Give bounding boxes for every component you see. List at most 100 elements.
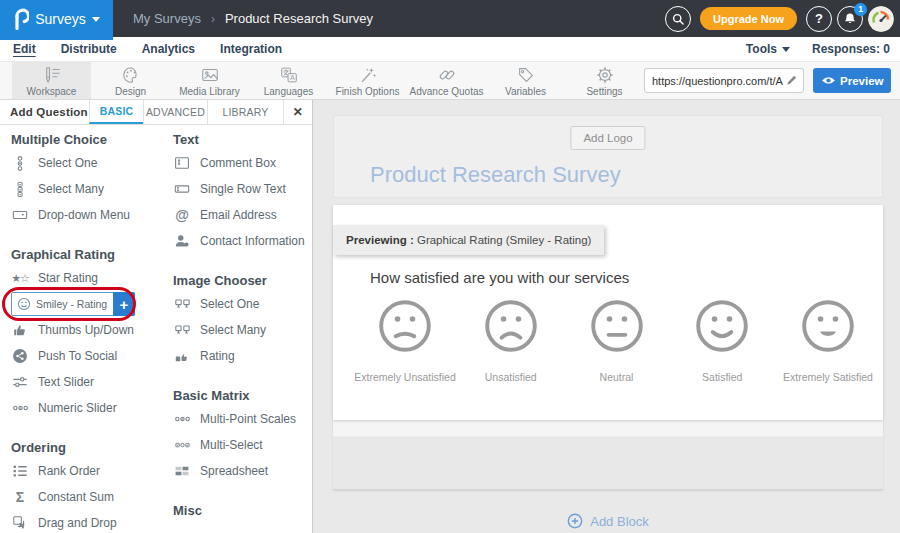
- question-type-single-row-text[interactable]: Single Row Text: [173, 176, 312, 202]
- question-type-contact-information[interactable]: Contact Information: [173, 228, 312, 254]
- smiley-row: Extremely UnsatisfiedUnsatisfiedNeutralS…: [333, 298, 883, 383]
- settings-icon: [595, 65, 615, 85]
- sidebar-column-1: Multiple ChoiceSelect OneSelect ManyDrop…: [11, 129, 159, 533]
- tab-analytics[interactable]: Analytics: [142, 42, 195, 56]
- star-rating-icon: ★☆: [11, 273, 29, 284]
- add-logo-button[interactable]: Add Logo: [570, 126, 645, 150]
- finish-options-icon: [358, 65, 378, 85]
- question-type-star-rating[interactable]: ★☆Star Rating: [11, 265, 159, 291]
- spreadsheet-icon: [173, 463, 191, 479]
- section-title: Graphical Rating: [11, 247, 159, 262]
- upgrade-now-button[interactable]: Upgrade Now: [700, 7, 797, 30]
- survey-url-field: [644, 68, 804, 93]
- question-type-smiley-rating[interactable]: Smiley - Rating+: [11, 292, 135, 316]
- smiley-option-extremely-unsatisfied[interactable]: Extremely Unsatisfied: [353, 298, 457, 383]
- question-type-comment-box[interactable]: Comment Box: [173, 150, 312, 176]
- sidebar-tab-library[interactable]: LIBRARY: [207, 100, 283, 124]
- brand-label: Surveys: [35, 11, 86, 27]
- close-panel-button[interactable]: ✕: [283, 100, 312, 124]
- toolbar-item-variables[interactable]: Variables: [486, 62, 565, 99]
- question-type-text-slider[interactable]: Text Slider: [11, 369, 159, 395]
- question-type-select-many[interactable]: Select Many: [11, 176, 159, 202]
- tools-menu[interactable]: Tools: [746, 42, 790, 56]
- toolbar-item-advance-quotas[interactable]: Advance Quotas: [407, 62, 486, 99]
- question-type-spreadsheet[interactable]: Spreadsheet: [173, 458, 312, 484]
- survey-url-input[interactable]: [652, 75, 785, 87]
- tab-distribute[interactable]: Distribute: [61, 42, 117, 56]
- tab-edit[interactable]: Edit: [13, 42, 36, 56]
- toolbar-item-design[interactable]: Design: [91, 62, 170, 99]
- section-title: Image Chooser: [173, 273, 312, 288]
- help-button[interactable]: ?: [806, 6, 832, 32]
- sidebar-tab-advanced[interactable]: ADVANCED: [143, 100, 207, 124]
- numeric-slider-icon: [11, 400, 29, 416]
- main-content: Add QuestionBASICADVANCEDLIBRARY✕ Multip…: [0, 100, 900, 533]
- smiley-option-unsatisfied[interactable]: Unsatisfied: [459, 298, 563, 383]
- languages-icon: A: [279, 65, 299, 85]
- breadcrumb-my-surveys[interactable]: My Surveys: [133, 11, 201, 26]
- toolbar-item-finish-options[interactable]: Finish Options: [328, 62, 407, 99]
- topbar-actions: Upgrade Now ? 1: [665, 0, 900, 37]
- edit-url-pencil-icon[interactable]: [785, 74, 798, 87]
- question-type-numeric-slider[interactable]: Numeric Slider: [11, 395, 159, 421]
- add-question-panel: Add QuestionBASICADVANCEDLIBRARY✕ Multip…: [0, 100, 313, 533]
- question-type-select-one[interactable]: Select One: [173, 291, 312, 317]
- svg-text:A: A: [290, 73, 295, 82]
- question-text: How satisfied are you with our services: [370, 269, 883, 286]
- survey-canvas: Add Logo Product Research Survey Preview…: [313, 100, 900, 533]
- question-type-select-one[interactable]: Select One: [11, 150, 159, 176]
- sidebar-section-misc: Misc: [173, 503, 312, 518]
- question-type-drag-and-drop[interactable]: Drag and Drop: [11, 510, 159, 533]
- multi-select-icon: [173, 437, 191, 453]
- survey-header-block: Add Logo Product Research Survey: [333, 115, 883, 198]
- question-type-email-address[interactable]: @Email Address: [173, 202, 312, 228]
- question-type-thumbs-up-down[interactable]: Thumbs Up/Down: [11, 317, 159, 343]
- smiley-icon: [17, 297, 31, 311]
- text-slider-icon: [11, 374, 29, 390]
- dropdown-icon: [11, 207, 29, 223]
- survey-title[interactable]: Product Research Survey: [370, 162, 621, 188]
- share-icon: [11, 348, 29, 364]
- question-type-push-to-social[interactable]: Push To Social: [11, 343, 159, 369]
- toolbar-item-workspace[interactable]: Workspace: [12, 62, 91, 99]
- sidebar-section-text: Text Comment BoxSingle Row Text@Email Add…: [173, 132, 312, 254]
- smiley-option-neutral[interactable]: Neutral: [565, 298, 669, 383]
- question-type-rating[interactable]: Rating: [173, 343, 312, 369]
- radio-stack-icon: [11, 155, 29, 172]
- smiley-face-smile-big-icon: [800, 298, 856, 354]
- notifications-button[interactable]: 1: [837, 6, 863, 32]
- smiley-option-satisfied[interactable]: Satisfied: [670, 298, 774, 383]
- section-title: Text: [173, 132, 312, 147]
- sidebar-section-image-chooser: Image Chooser Select OneSelect ManyRating: [173, 273, 312, 369]
- brand-menu[interactable]: Surveys: [0, 0, 113, 37]
- image-select-icon: [173, 296, 191, 312]
- sidebar-tabs: Add QuestionBASICADVANCEDLIBRARY✕: [0, 100, 312, 125]
- search-button[interactable]: [665, 6, 691, 32]
- sidebar-section-ordering: OrderingRank OrderΣConstant SumDrag and …: [11, 440, 159, 533]
- add-block-button[interactable]: Add Block: [333, 513, 883, 529]
- question-type-multi-point-scales[interactable]: Multi-Point Scales: [173, 406, 312, 432]
- thumbs-icon: [11, 322, 29, 338]
- sidebar-section-graphical-rating: Graphical Rating ★☆Star RatingSmiley - Ra…: [11, 247, 159, 421]
- checkbox-stack-icon: [11, 181, 29, 198]
- toolbar-item-settings[interactable]: Settings: [565, 62, 644, 99]
- toolbar-item-languages[interactable]: ALanguages: [249, 62, 328, 99]
- toolbar-item-media-library[interactable]: Media Library: [170, 62, 249, 99]
- sidebar-tab-add-question[interactable]: Add Question: [0, 100, 89, 124]
- question-type-rank-order[interactable]: Rank Order: [11, 458, 159, 484]
- user-avatar[interactable]: [868, 6, 894, 32]
- sidebar-tab-basic[interactable]: BASIC: [89, 100, 143, 124]
- advance-quotas-icon: [437, 65, 457, 85]
- question-type-multi-select[interactable]: Multi-Select: [173, 432, 312, 458]
- smiley-option-extremely-satisfied[interactable]: Extremely Satisfied: [776, 298, 880, 383]
- add-question-button[interactable]: +: [113, 292, 135, 316]
- preview-button[interactable]: Preview: [813, 68, 891, 93]
- question-type-select-many[interactable]: Select Many: [173, 317, 312, 343]
- tab-integration[interactable]: Integration: [220, 42, 282, 56]
- question-type-drop-down-menu[interactable]: Drop-down Menu: [11, 202, 159, 228]
- comment-box-icon: [173, 155, 191, 171]
- question-preview-card: Previewing : Graphical Rating (Smiley - …: [333, 205, 883, 420]
- question-type-constant-sum[interactable]: ΣConstant Sum: [11, 484, 159, 510]
- sigma-icon: Σ: [11, 490, 29, 504]
- questionpro-logo-icon: [13, 8, 29, 30]
